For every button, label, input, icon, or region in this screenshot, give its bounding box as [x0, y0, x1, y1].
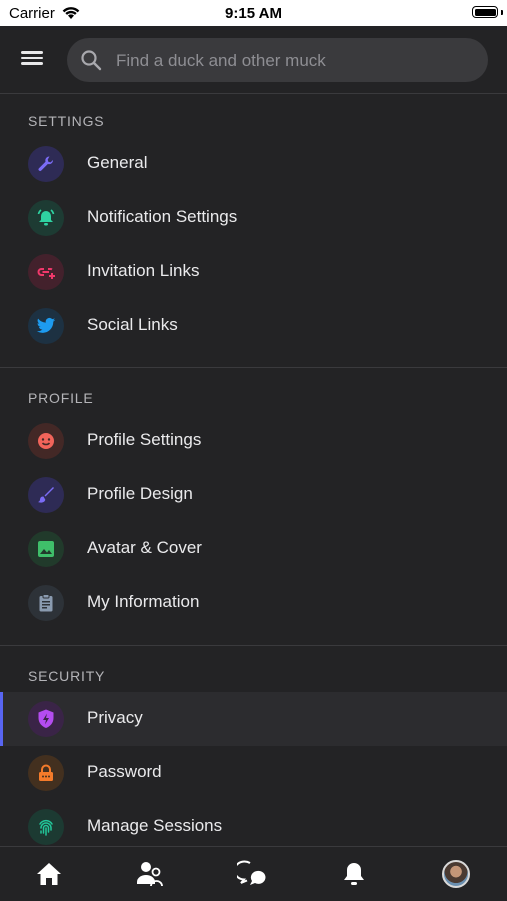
menu-item-profile-design[interactable]: Profile Design — [0, 468, 507, 522]
face-icon — [28, 423, 64, 459]
menu-item-label: Social Links — [87, 315, 178, 334]
nav-profile[interactable] — [426, 847, 486, 901]
clipboard-icon — [28, 585, 64, 621]
nav-home[interactable] — [19, 847, 79, 901]
nav-notifications[interactable] — [324, 847, 384, 901]
shield-bolt-icon — [28, 701, 64, 737]
home-icon — [37, 863, 61, 885]
divider — [0, 367, 507, 368]
menu-item-profile-settings[interactable]: Profile Settings — [0, 414, 507, 468]
section-header-security: SECURITY — [28, 668, 106, 684]
battery-icon — [472, 6, 498, 18]
wrench-icon — [28, 146, 64, 182]
search-input[interactable] — [114, 38, 478, 84]
top-bar — [0, 26, 507, 93]
lock-icon — [28, 755, 64, 791]
twitter-icon — [28, 308, 64, 344]
search-bar[interactable] — [67, 38, 488, 84]
section-header-settings: SETTINGS — [28, 113, 105, 129]
menu-item-label: Invitation Links — [87, 261, 200, 280]
menu-item-label: General — [87, 153, 148, 172]
menu-item-label: Manage Sessions — [87, 816, 223, 835]
menu-item-social-links[interactable]: Social Links — [0, 299, 507, 353]
chat-icon — [237, 860, 266, 885]
menu-item-label: Profile Design — [87, 484, 193, 503]
menu-item-label: Password — [87, 762, 162, 781]
fingerprint-icon — [28, 809, 64, 845]
divider — [0, 645, 507, 646]
bottom-nav — [0, 846, 507, 901]
status-bar: Carrier 9:15 AM — [0, 0, 507, 26]
menu-item-label: Profile Settings — [87, 430, 202, 449]
avatar — [442, 860, 470, 888]
menu-item-notification-settings[interactable]: Notification Settings — [0, 191, 507, 245]
menu-item-label: My Information — [87, 592, 200, 611]
menu-item-password[interactable]: Password — [0, 746, 507, 800]
nav-friends[interactable] — [120, 847, 180, 901]
menu-item-avatar-cover[interactable]: Avatar & Cover — [0, 522, 507, 576]
brush-icon — [28, 477, 64, 513]
menu-item-privacy[interactable]: Privacy — [0, 692, 507, 746]
nav-messages[interactable] — [222, 847, 282, 901]
hamburger-menu-icon[interactable] — [20, 48, 48, 72]
users-icon — [137, 862, 163, 887]
menu-item-label: Notification Settings — [87, 207, 238, 226]
search-icon — [81, 50, 102, 71]
menu-item-general[interactable]: General — [0, 137, 507, 191]
menu-item-label: Privacy — [87, 708, 143, 727]
divider — [0, 93, 507, 94]
link-plus-icon — [28, 254, 64, 290]
clock: 9:15 AM — [225, 5, 282, 22]
battery-tip — [501, 10, 503, 15]
bell-icon — [28, 200, 64, 236]
menu-item-invitation-links[interactable]: Invitation Links — [0, 245, 507, 299]
menu-item-label: Avatar & Cover — [87, 538, 202, 557]
section-header-profile: PROFILE — [28, 390, 94, 406]
image-icon — [28, 531, 64, 567]
menu-item-my-information[interactable]: My Information — [0, 576, 507, 630]
bell-icon — [344, 863, 364, 885]
